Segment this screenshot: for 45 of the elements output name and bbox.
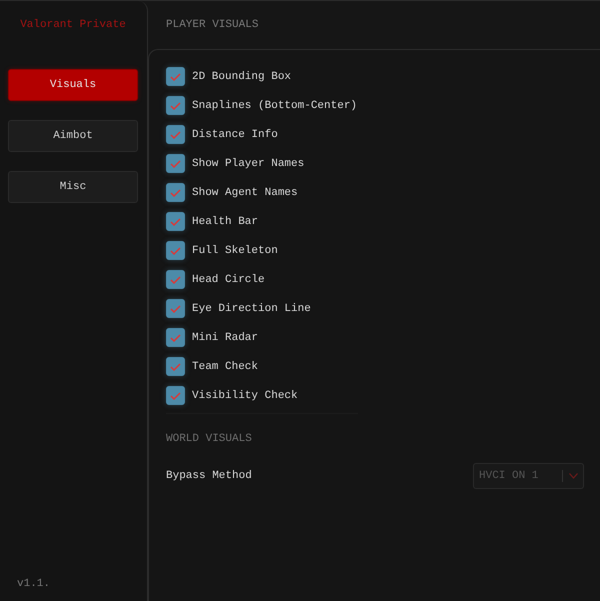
- nav-tab[interactable]: Aimbot: [8, 120, 138, 152]
- checkbox[interactable]: [166, 96, 185, 115]
- checkmark-icon: [170, 130, 181, 138]
- option-label: Head Circle: [192, 272, 265, 286]
- option-label: 2D Bounding Box: [192, 70, 292, 84]
- app-title: Valorant Private: [20, 18, 126, 33]
- nav-tab[interactable]: Misc: [8, 171, 138, 203]
- checkmark-icon: [170, 276, 181, 284]
- checkbox[interactable]: [166, 154, 185, 173]
- field-label: Bypass Method: [166, 469, 252, 483]
- checkmark-icon: [170, 362, 181, 370]
- option-label: Distance Info: [192, 128, 278, 142]
- option-label: Eye Direction Line: [192, 302, 311, 316]
- checkmark-icon: [170, 218, 181, 226]
- checkmark-icon: [170, 72, 181, 80]
- checkbox[interactable]: [166, 241, 185, 260]
- checkbox[interactable]: [166, 67, 185, 86]
- checkmark-icon: [170, 392, 181, 400]
- option-label: Show Player Names: [192, 156, 304, 170]
- section-heading: WORLD VISUALS: [166, 432, 252, 446]
- checkmark-icon: [170, 334, 181, 342]
- checkmark-icon: [170, 304, 181, 312]
- checkmark-icon: [170, 246, 181, 254]
- checkbox[interactable]: [166, 386, 185, 405]
- option-label: Mini Radar: [192, 330, 258, 344]
- checkmark-icon: [170, 188, 181, 196]
- checkbox[interactable]: [166, 183, 185, 202]
- checkbox[interactable]: [166, 328, 185, 347]
- version-text: v1.1.: [17, 577, 50, 591]
- checkbox[interactable]: [166, 212, 185, 231]
- checkmark-icon: [170, 102, 181, 110]
- option-label: Health Bar: [192, 214, 258, 228]
- option-label: Team Check: [192, 360, 258, 374]
- chevron-down-icon: [569, 473, 578, 479]
- checkmark-icon: [170, 160, 181, 168]
- checkbox[interactable]: [166, 125, 185, 144]
- option-label: Full Skeleton: [192, 244, 278, 258]
- option-label: Show Agent Names: [192, 186, 298, 200]
- section-heading: PLAYER VISUALS: [166, 18, 258, 32]
- checkbox[interactable]: [166, 299, 185, 318]
- option-label: Snaplines (Bottom-Center): [192, 98, 358, 112]
- checkbox[interactable]: [166, 357, 185, 376]
- nav-tab[interactable]: Visuals: [8, 69, 138, 101]
- option-label: Visibility Check: [192, 388, 298, 402]
- checkbox[interactable]: [166, 270, 185, 289]
